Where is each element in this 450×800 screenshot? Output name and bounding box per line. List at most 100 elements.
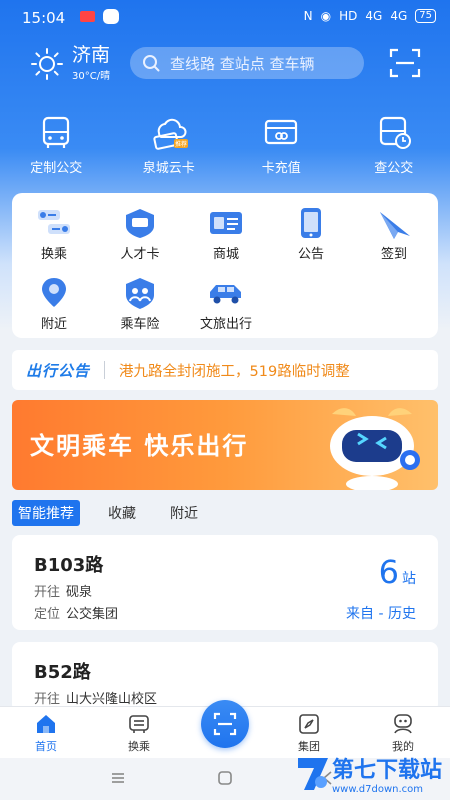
location-value: 公交集团 [66,607,119,622]
announcement-icon [301,208,321,238]
stops-count: 6 [378,553,399,591]
home-nav-icon[interactable] [217,770,233,786]
watermark-logo-icon [297,757,328,790]
grid-label: 商城 [212,247,239,262]
shortcut-custom-bus[interactable]: 定制公交 [0,115,113,176]
function-grid: 换乘 人才卡 商城 公告 签到 附近 乘车险 文旅出行 [12,193,438,338]
shortcut-query-bus[interactable]: 查公交 [338,115,450,176]
checkin-icon [380,212,410,239]
grid-label: 换乘 [40,247,67,262]
grid-label: 签到 [380,247,407,262]
watermark-url: www.d7down.com [331,784,424,795]
shortcut-label: 泉城云卡 [142,161,195,176]
grid-item-transfer[interactable]: 换乘 [14,206,94,262]
shortcut-label: 查公交 [374,161,414,176]
profile-icon [394,714,412,734]
tabbar-profile[interactable]: 我的 [373,713,433,754]
location-status-icon: ◉ [320,9,332,23]
mall-icon [210,212,242,234]
app-notification-icon [103,9,119,24]
compass-icon [299,714,319,734]
tabbar-transfer[interactable]: 换乘 [109,713,169,754]
destination-label: 开往 [34,692,61,707]
notice-logo: 出行公告 [26,361,91,380]
talent-card-icon [126,209,154,238]
weather-widget[interactable]: 济南 30°C/晴 [30,45,110,82]
grid-item-talent-card[interactable]: 人才卡 [100,206,180,262]
qr-scan-icon [213,712,237,736]
destination-value: 山大兴隆山校区 [66,692,158,707]
shortcut-label: 定制公交 [30,161,83,176]
tabbar-label: 换乘 [128,740,150,753]
route-name: B103路 [34,555,104,576]
grid-item-nearby[interactable]: 附近 [14,276,94,332]
signal-1: 4G [365,9,383,23]
tab-favorites[interactable]: 收藏 [102,500,142,526]
recommend-badge: 推荐 [175,140,187,148]
tab-nearby[interactable]: 附近 [164,500,204,526]
robot-mascot-icon [330,408,420,490]
route-source: 来自 - 历史 [346,606,416,622]
route-destination: 开往 山大兴隆山校区 [34,688,157,707]
tabbar-home[interactable]: 首页 [16,713,76,754]
recommend-tabs: 智能推荐 收藏 附近 [12,500,226,526]
grid-item-insurance[interactable]: 乘车险 [100,276,180,332]
tab-smart-recommend[interactable]: 智能推荐 [12,500,80,526]
search-input[interactable]: 查线路 查站点 查车辆 [130,47,364,79]
promo-banner[interactable]: 文明乘车 快乐出行 [12,400,438,490]
grid-label: 公告 [297,247,324,262]
card-recharge-icon [265,119,298,145]
top-shortcuts: 定制公交 推荐 泉城云卡 卡充值 查公交 [0,115,450,176]
status-time: 15:04 [22,9,66,27]
grid-label: 附近 [40,317,67,332]
stops-unit: 站 [402,571,416,587]
grid-label: 乘车险 [120,317,160,332]
destination-value: 砚泉 [66,585,93,600]
network-label: HD [339,9,358,23]
menu-icon[interactable] [110,770,126,786]
bus-icon [43,116,70,148]
cloud-card-icon: 推荐 [153,118,188,150]
sun-icon [31,47,63,80]
city-name: 济南 [72,44,111,66]
status-right: N ◉ HD 4G 4G 75 [304,9,436,23]
notice-divider [104,361,106,379]
signal-2: 4G [390,9,408,23]
search-placeholder: 查线路 查站点 查车辆 [170,54,315,73]
grid-item-mall[interactable]: 商城 [186,206,266,262]
nfc-icon: N [303,9,313,23]
record-icon [80,11,95,22]
scan-code-button[interactable] [201,700,249,748]
route-location: 定位 公交集团 [34,603,118,622]
transfer-tab-icon [129,715,149,733]
location-label: 定位 [34,607,61,622]
notice-bar[interactable]: 出行公告 港九路全封闭施工，519路临时调整 [12,350,438,390]
location-pin-icon [42,278,66,307]
shortcut-cloud-card[interactable]: 推荐 泉城云卡 [113,115,226,176]
notice-text: 港九路全封闭施工，519路临时调整 [119,363,350,380]
destination-label: 开往 [34,585,61,600]
grid-item-checkin[interactable]: 签到 [354,206,434,262]
route-destination: 开往 砚泉 [34,581,92,600]
route-name: B52路 [34,662,91,683]
query-bus-icon [379,116,411,149]
grid-item-announcement[interactable]: 公告 [271,206,351,262]
tabbar-label: 首页 [35,740,57,753]
grid-label: 文旅出行 [199,317,252,332]
shortcut-label: 卡充值 [261,161,301,176]
home-icon [37,715,55,733]
watermark-title: 第七下载站 [331,758,442,783]
grid-item-tour[interactable]: 文旅出行 [186,276,266,332]
banner-slogan: 文明乘车 快乐出行 [30,432,249,460]
shortcut-card-recharge[interactable]: 卡充值 [225,115,338,176]
watermark: 第七下载站 www.d7down.com [294,752,442,795]
transfer-icon [38,210,70,234]
stops-remaining: 6站 [379,553,416,591]
scan-icon[interactable] [388,47,422,79]
search-icon [143,55,160,72]
tabbar-group[interactable]: 集团 [279,713,339,754]
tour-car-icon [210,285,241,304]
route-card-b103[interactable]: B103路 开往 砚泉 定位 公交集团 6站 来自 - 历史 [12,535,438,630]
grid-label: 人才卡 [120,247,160,262]
battery-indicator: 75 [415,9,436,23]
